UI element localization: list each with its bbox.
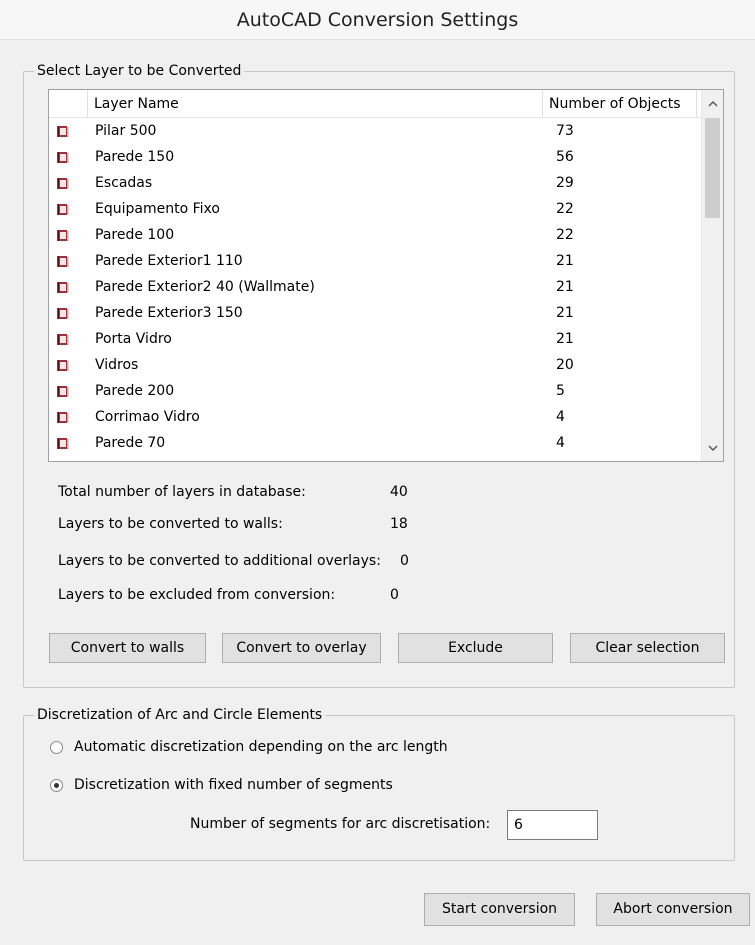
layer-list[interactable]: Layer Name Number of Objects Pilar 500 73… — [48, 89, 724, 462]
convert-to-walls-button[interactable]: Convert to walls — [49, 633, 206, 663]
object-count-cell: 22 — [556, 227, 574, 243]
layer-list-body: Pilar 500 73 Parede 150 56 Escadas 29 Equipame… — [49, 118, 701, 456]
layer-book-icon — [57, 438, 69, 449]
layer-book-icon — [57, 282, 69, 293]
chevron-up-icon — [708, 100, 717, 106]
radio-automatic-indicator[interactable] — [50, 740, 63, 754]
layer-book-icon — [57, 256, 69, 267]
layer-name-cell: Porta Vidro — [95, 331, 172, 347]
layer-row[interactable]: Escadas 29 — [49, 170, 701, 196]
discretization-group-title: Discretization of Arc and Circle Element… — [34, 706, 326, 724]
layer-row[interactable]: Parede Exterior3 150 21 — [49, 300, 701, 326]
icon-column-header[interactable] — [49, 90, 88, 118]
layer-row[interactable]: Parede 100 22 — [49, 222, 701, 248]
chevron-down-icon — [708, 445, 717, 451]
layer-book-icon — [57, 386, 69, 397]
object-count-cell: 21 — [556, 253, 574, 269]
layer-book-icon — [57, 230, 69, 241]
layer-name-cell: Corrimao Vidro — [95, 409, 200, 425]
scroll-up-button[interactable] — [702, 92, 723, 114]
layer-name-cell: Parede 200 — [95, 383, 175, 399]
object-count-cell: 21 — [556, 279, 574, 295]
object-count-cell: 4 — [556, 435, 565, 451]
stat-overlays-value: 0 — [400, 553, 409, 569]
layer-book-icon — [57, 152, 69, 163]
stat-total-value: 40 — [390, 484, 408, 500]
layer-name-cell: Equipamento Fixo — [95, 201, 220, 217]
layer-name-column-header[interactable]: Layer Name — [88, 90, 543, 118]
object-count-cell: 4 — [556, 409, 565, 425]
layer-row[interactable]: Vidros 20 — [49, 352, 701, 378]
layer-row[interactable]: Equipamento Fixo 22 — [49, 196, 701, 222]
stat-excluded-value: 0 — [390, 587, 399, 603]
layer-book-icon — [57, 360, 69, 371]
stat-total-label: Total number of layers in database: — [58, 484, 306, 500]
layer-book-icon — [57, 178, 69, 189]
radio-automatic-label[interactable]: Automatic discretization depending on th… — [74, 739, 448, 755]
layer-name-cell: Parede Exterior2 40 (Wallmate) — [95, 279, 315, 295]
layer-row[interactable]: Parede 150 56 — [49, 144, 701, 170]
stat-walls-label: Layers to be converted to walls: — [58, 516, 283, 532]
window-title: AutoCAD Conversion Settings — [0, 0, 755, 40]
layer-row[interactable]: Parede Exterior1 110 21 — [49, 248, 701, 274]
object-count-cell: 56 — [556, 149, 574, 165]
object-count-cell: 21 — [556, 331, 574, 347]
layer-row[interactable]: Pilar 500 73 — [49, 118, 701, 144]
object-count-cell: 22 — [556, 201, 574, 217]
layer-row[interactable]: Corrimao Vidro 4 — [49, 404, 701, 430]
layer-name-cell: Parede 150 — [95, 149, 175, 165]
object-count-column-header[interactable]: Number of Objects — [543, 90, 697, 118]
segments-label: Number of segments for arc discretisatio… — [190, 816, 491, 832]
layer-list-header: Layer Name Number of Objects — [49, 90, 701, 118]
layer-book-icon — [57, 334, 69, 345]
clear-selection-button[interactable]: Clear selection — [570, 633, 725, 663]
object-count-cell: 73 — [556, 123, 574, 139]
segments-input[interactable] — [507, 810, 598, 840]
scroll-down-button[interactable] — [702, 437, 723, 459]
layer-book-icon — [57, 204, 69, 215]
layer-book-icon — [57, 126, 69, 137]
layer-row[interactable]: Parede 200 5 — [49, 378, 701, 404]
layer-row[interactable]: Parede 70 4 — [49, 430, 701, 456]
radio-automatic[interactable]: Automatic discretization depending on th… — [50, 737, 448, 757]
radio-fixed-segments-label[interactable]: Discretization with fixed number of segm… — [74, 777, 393, 793]
stat-walls-value: 18 — [390, 516, 408, 532]
scroll-thumb[interactable] — [705, 118, 720, 218]
radio-fixed-segments-indicator[interactable] — [50, 778, 63, 792]
radio-fixed-segments[interactable]: Discretization with fixed number of segm… — [50, 775, 393, 795]
abort-conversion-button[interactable]: Abort conversion — [596, 893, 750, 926]
object-count-cell: 21 — [556, 305, 574, 321]
object-count-cell: 5 — [556, 383, 565, 399]
stat-excluded-label: Layers to be excluded from conversion: — [58, 587, 336, 603]
layer-name-cell: Parede Exterior1 110 — [95, 253, 243, 269]
object-count-cell: 20 — [556, 357, 574, 373]
exclude-button[interactable]: Exclude — [398, 633, 553, 663]
layer-row[interactable]: Porta Vidro 21 — [49, 326, 701, 352]
layer-name-cell: Pilar 500 — [95, 123, 157, 139]
object-count-cell: 29 — [556, 175, 574, 191]
layer-name-cell: Parede Exterior3 150 — [95, 305, 243, 321]
layer-name-cell: Vidros — [95, 357, 139, 373]
stat-overlays-label: Layers to be converted to additional ove… — [58, 553, 381, 569]
layer-book-icon — [57, 412, 69, 423]
start-conversion-button[interactable]: Start conversion — [424, 893, 575, 926]
layer-list-scrollbar[interactable] — [701, 90, 723, 461]
convert-to-overlay-button[interactable]: Convert to overlay — [222, 633, 381, 663]
layer-group-title: Select Layer to be Converted — [34, 62, 245, 80]
layer-book-icon — [57, 308, 69, 319]
layer-name-cell: Escadas — [95, 175, 153, 191]
layer-name-cell: Parede 70 — [95, 435, 166, 451]
layer-name-cell: Parede 100 — [95, 227, 175, 243]
layer-row[interactable]: Parede Exterior2 40 (Wallmate) 21 — [49, 274, 701, 300]
